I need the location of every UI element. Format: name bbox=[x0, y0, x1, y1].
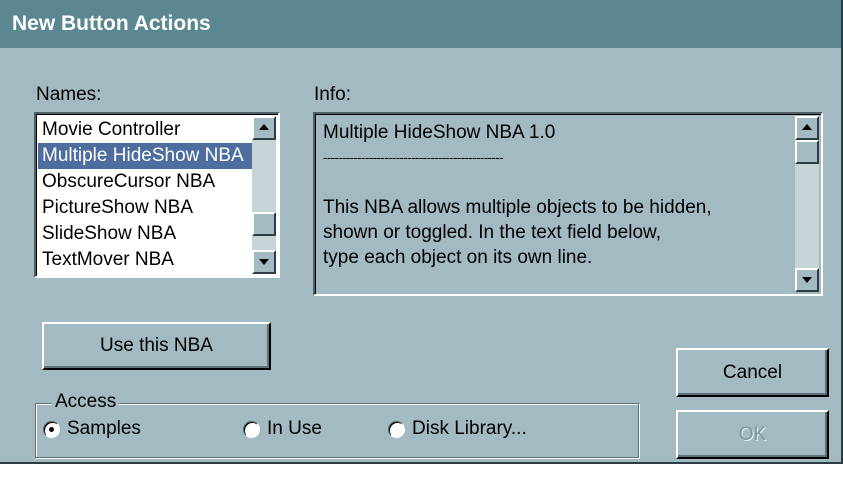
info-scroll-thumb[interactable] bbox=[795, 140, 819, 164]
names-scrollbar[interactable] bbox=[252, 116, 276, 274]
title-bar[interactable]: New Button Actions bbox=[0, 0, 841, 48]
radio-button-icon bbox=[43, 421, 60, 438]
info-separator: ----------------------------------------… bbox=[323, 150, 503, 165]
info-line: shown or toggled. In the text field belo… bbox=[323, 222, 661, 243]
names-scroll-down-button[interactable] bbox=[252, 250, 276, 274]
info-line bbox=[323, 170, 783, 195]
names-scroll-thumb[interactable] bbox=[252, 212, 276, 236]
list-item[interactable]: PictureShow NBA bbox=[38, 195, 256, 221]
access-groupbox: Access Samples In Use Disk Library... bbox=[35, 391, 639, 458]
info-label: Info: bbox=[314, 84, 351, 105]
info-text: Multiple HideShow NBA 1.0 --------------… bbox=[323, 120, 783, 270]
new-button-actions-dialog: New Button Actions Names: Info: Movie Co… bbox=[0, 0, 843, 464]
info-line: Multiple HideShow NBA 1.0 bbox=[323, 122, 556, 143]
arrow-down-icon bbox=[259, 259, 269, 265]
radio-label-in-use: In Use bbox=[267, 418, 322, 439]
radio-label-disk-library: Disk Library... bbox=[412, 418, 527, 439]
arrow-up-icon bbox=[259, 124, 269, 130]
arrow-down-icon bbox=[802, 277, 812, 283]
dialog-title: New Button Actions bbox=[12, 12, 211, 35]
radio-button-icon bbox=[243, 421, 260, 438]
names-scroll-up-button[interactable] bbox=[252, 116, 276, 140]
list-item[interactable]: Movie Controller bbox=[38, 117, 256, 143]
info-scroll-down-button[interactable] bbox=[795, 268, 819, 292]
ok-button[interactable]: OK bbox=[676, 410, 829, 459]
arrow-up-icon bbox=[802, 124, 812, 130]
list-item[interactable]: ObscureCursor NBA bbox=[38, 169, 256, 195]
info-textbox[interactable]: Multiple HideShow NBA 1.0 --------------… bbox=[313, 112, 823, 296]
names-listbox[interactable]: Movie Controller Multiple HideShow NBA O… bbox=[34, 112, 280, 278]
radio-label-samples: Samples bbox=[67, 418, 141, 439]
use-this-nba-button[interactable]: Use this NBA bbox=[42, 322, 271, 370]
info-scroll-up-button[interactable] bbox=[795, 116, 819, 140]
names-list: Movie Controller Multiple HideShow NBA O… bbox=[38, 117, 256, 273]
info-line: This NBA allows multiple objects to be h… bbox=[323, 197, 712, 218]
list-item[interactable]: TextMover NBA bbox=[38, 247, 256, 273]
radio-selected-dot bbox=[49, 427, 54, 432]
cancel-button[interactable]: Cancel bbox=[676, 348, 829, 397]
list-item-selected[interactable]: Multiple HideShow NBA bbox=[38, 143, 256, 169]
access-label: Access bbox=[52, 391, 120, 413]
info-scrollbar[interactable] bbox=[795, 116, 819, 292]
info-line: type each object on its own line. bbox=[323, 247, 593, 268]
list-item[interactable]: SlideShow NBA bbox=[38, 221, 256, 247]
radio-button-icon bbox=[388, 421, 405, 438]
names-label: Names: bbox=[36, 84, 102, 105]
